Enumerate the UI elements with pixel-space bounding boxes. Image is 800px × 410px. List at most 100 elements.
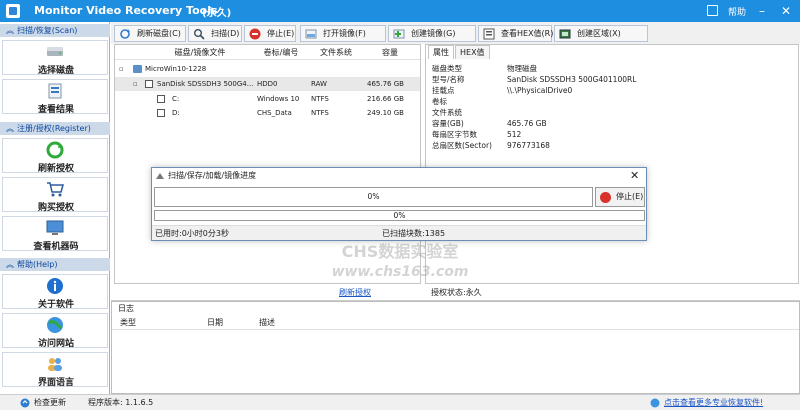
tree-row-partition-c[interactable]: C: Windows 10 NTFS 216.66 GB [115, 92, 420, 106]
machine-code-icon [46, 220, 64, 235]
create-image-button[interactable]: 创建镜像(G) [388, 25, 476, 42]
results-icon [48, 83, 62, 99]
property-row: 容量(GB) 465.76 GB [432, 119, 547, 128]
globe-icon [650, 398, 660, 408]
partition-checkbox[interactable] [157, 109, 165, 117]
column-header-label[interactable]: 卷标/编号 [253, 45, 309, 60]
tab-hex[interactable]: HEX值 [455, 45, 490, 59]
scan-button[interactable]: 扫描(D) [188, 25, 242, 42]
ui-language-label: 界面语言 [37, 378, 74, 388]
license-suffix: (永久) [202, 8, 232, 19]
properties-tabs: 属性 HEX值 [426, 45, 798, 59]
dialog-close-button[interactable]: ✕ [630, 168, 639, 184]
refresh-icon [46, 141, 64, 159]
log-column-description[interactable]: 描述 [259, 316, 275, 330]
license-status: 授权状态:永久 [431, 288, 482, 297]
scanned-blocks: 已扫描块数:1385 [382, 229, 446, 238]
progress-dialog-status: 已用时:0小时0分3秒 已扫描块数:1385 [152, 225, 646, 240]
stop-icon [600, 192, 611, 203]
status-bar: 检查更新 程序版本: 1.1.6.5 点击查看更多专业恢复软件! [0, 394, 800, 410]
overall-progress-bar: 0% [154, 187, 593, 207]
property-row: 磁盘类型 物理磁盘 [432, 64, 537, 73]
open-image-icon [305, 29, 317, 39]
partition-checkbox[interactable] [157, 95, 165, 103]
disk-icon [47, 47, 63, 56]
create-region-button[interactable]: 创建区域(X) [554, 25, 648, 42]
property-row: 总扇区数(Sector) 976773168 [432, 141, 550, 150]
view-machine-code-button[interactable]: 查看机器码 [2, 216, 108, 252]
step-progress-text: 0% [393, 211, 406, 220]
sidebar-group-help[interactable]: ︽ 帮助(Help) [0, 258, 110, 271]
computer-icon [133, 65, 142, 73]
toolbar: 刷新磁盘(C) 扫描(D) 停止(E) 打开镜像(F) 创建镜像(G) 查看HE… [111, 22, 800, 44]
collapse-icon[interactable]: ▫ [119, 66, 125, 73]
chevron-up-icon: ︽ [6, 124, 14, 133]
info-icon [47, 278, 63, 294]
log-panel: 日志 类型 日期 描述 [111, 301, 800, 394]
select-disk-button[interactable]: 选择磁盘 [2, 40, 108, 76]
help-icon[interactable] [707, 5, 718, 16]
title-bar: Monitor Video Recovery Tools (永久) 帮助 – ✕ [0, 0, 800, 22]
tree-row-disk[interactable]: ▫ SanDisk SDSSDH3 500G4... HDD0 RAW 465.… [115, 77, 420, 91]
stop-icon [249, 28, 261, 40]
refresh-disk-button[interactable]: 刷新磁盘(C) [114, 25, 186, 42]
tree-row-partition-d[interactable]: D: CHS_Data NTFS 249.10 GB [115, 106, 420, 120]
log-title: 日志 [118, 304, 134, 313]
property-row: 每扇区字节数 512 [432, 130, 522, 139]
view-hex-button[interactable]: 查看HEX值(R) [478, 25, 553, 42]
log-column-date[interactable]: 日期 [207, 316, 223, 330]
overall-progress-text: 0% [367, 192, 380, 201]
progress-dialog-title: 扫描/保存/加载/镜像进度 [168, 171, 257, 180]
chevron-up-icon: ︽ [6, 26, 14, 35]
create-image-icon [393, 29, 405, 39]
sidebar-group-register[interactable]: ︽ 注册/授权(Register) [0, 122, 110, 135]
help-button[interactable]: 帮助 [728, 5, 746, 18]
view-machine-code-label: 查看机器码 [33, 242, 79, 252]
buy-license-button[interactable]: 购买授权 [2, 177, 108, 213]
chevron-up-icon: ︽ [6, 260, 14, 269]
minimize-button[interactable]: – [752, 2, 772, 20]
log-column-type[interactable]: 类型 [120, 316, 136, 330]
view-results-button[interactable]: 查看结果 [2, 79, 108, 115]
region-icon [559, 29, 571, 39]
property-row: 挂载点 \\.\PhysicalDrive0 [432, 86, 573, 95]
dialog-icon [156, 173, 164, 179]
column-header-size[interactable]: 容量 [365, 45, 415, 60]
log-header: 类型 日期 描述 [112, 316, 799, 330]
cart-icon [47, 182, 64, 197]
progress-dialog-title-bar: 扫描/保存/加载/镜像进度 ✕ [152, 168, 646, 184]
about-button[interactable]: 关于软件 [2, 274, 108, 310]
sidebar-group-scan[interactable]: ︽ 扫描/恢复(Scan) [0, 24, 110, 37]
view-results-label: 查看结果 [37, 105, 74, 115]
window-title: Monitor Video Recovery Tools [34, 4, 218, 17]
about-label: 关于软件 [37, 300, 74, 310]
hex-icon [483, 28, 495, 40]
app-logo-icon [6, 4, 20, 18]
refresh-license-button[interactable]: 刷新授权 [2, 138, 108, 174]
visit-website-label: 访问网站 [37, 339, 74, 349]
collapse-icon[interactable]: ▫ [133, 81, 139, 88]
ui-language-button[interactable]: 界面语言 [2, 352, 108, 388]
program-version: 程序版本: 1.1.6.5 [88, 398, 154, 407]
step-progress-bar: 0% [154, 210, 645, 221]
property-row: 文件系统 [432, 108, 462, 117]
progress-dialog: 扫描/保存/加载/镜像进度 ✕ 0% 停止(E) 0% 已用时:0小时0分3秒 … [151, 167, 647, 241]
more-software-link[interactable]: 点击查看更多专业恢复软件! [664, 395, 763, 410]
tree-row-computer[interactable]: ▫ MicroWin10-1228 [115, 62, 420, 76]
property-row: 型号/名称 SanDisk SDSSDH3 500G401100RL [432, 75, 637, 84]
stop-button[interactable]: 停止(E) [244, 25, 296, 42]
tab-properties[interactable]: 属性 [428, 45, 454, 59]
update-icon [20, 398, 30, 408]
property-row: 卷标 [432, 97, 447, 106]
visit-website-button[interactable]: 访问网站 [2, 313, 108, 349]
check-update-button[interactable]: 检查更新 [34, 395, 66, 410]
select-disk-label: 选择磁盘 [37, 66, 74, 76]
open-image-button[interactable]: 打开镜像(F) [300, 25, 386, 42]
column-header-disk[interactable]: 磁盘/镜像文件 [155, 45, 245, 60]
close-button[interactable]: ✕ [776, 2, 796, 20]
refresh-license-link[interactable]: 刷新授权 [339, 284, 371, 301]
column-header-fs[interactable]: 文件系统 [311, 45, 361, 60]
dialog-stop-button[interactable]: 停止(E) [595, 187, 645, 207]
disk-tree-panel: 磁盘/镜像文件 卷标/编号 文件系统 容量 ▫ MicroWin10-1228 … [114, 44, 421, 284]
disk-checkbox[interactable] [145, 80, 153, 88]
